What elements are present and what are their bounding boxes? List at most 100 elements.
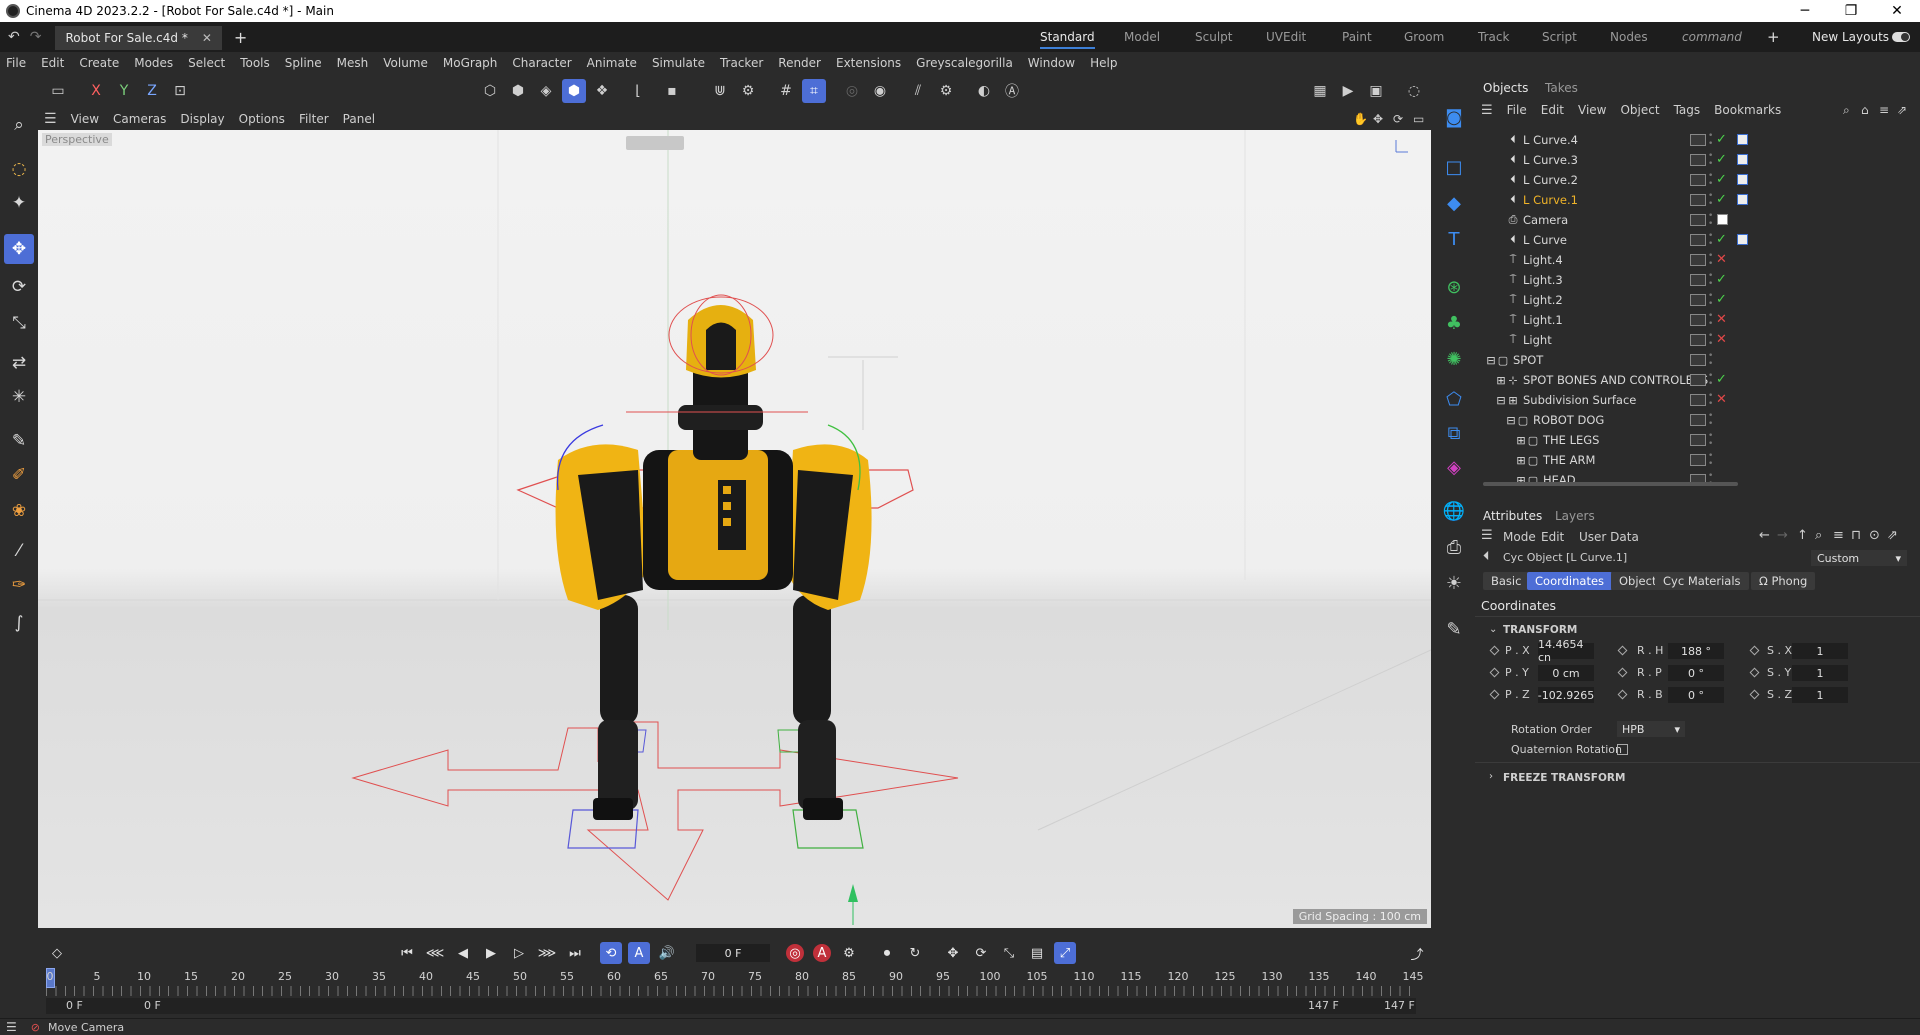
viewport-camera-label[interactable]: Perspective	[42, 133, 112, 146]
menu-volume[interactable]: Volume	[383, 56, 428, 70]
keyframe-diamond-icon[interactable]	[1617, 645, 1628, 656]
object-name[interactable]: ROBOT DOG	[1533, 413, 1604, 427]
visibility-dots[interactable]: ••	[1708, 352, 1713, 369]
placement-tool-icon[interactable]: ✳	[4, 382, 34, 412]
viewport-solo-icon[interactable]: ◐	[972, 79, 996, 103]
keyframe-diamond-icon[interactable]	[1749, 667, 1760, 678]
tab-objects[interactable]: Objects	[1483, 78, 1528, 98]
scale-tool-icon[interactable]: ⤡	[4, 308, 34, 338]
table-row[interactable]: ⍑ Light • • ✕	[1475, 330, 1920, 350]
solo-icon[interactable]: ◉	[868, 79, 892, 103]
tab-takes[interactable]: Takes	[1545, 78, 1578, 98]
preview-range-icon[interactable]: A	[628, 942, 650, 964]
render-settings-icon[interactable]: ▣	[1364, 79, 1388, 103]
motion-clip-icon[interactable]: ⏺	[876, 942, 898, 964]
menu-mograph[interactable]: MoGraph	[443, 56, 498, 70]
layout-model[interactable]: Model	[1124, 22, 1160, 52]
menu-edit[interactable]: Edit	[41, 56, 64, 70]
table-row[interactable]: ⊞ ▢ THE ARM • •	[1475, 450, 1920, 470]
grid-snap-icon[interactable]: ⌗	[802, 79, 826, 103]
visibility-dots[interactable]: ••	[1708, 312, 1713, 329]
next-frame-icon[interactable]: ▷	[508, 942, 530, 964]
object-name[interactable]: Light	[1523, 333, 1552, 347]
viewport-menu-view[interactable]: View	[71, 112, 99, 126]
menu-extensions[interactable]: Extensions	[836, 56, 901, 70]
visibility-dots[interactable]: ••	[1708, 432, 1713, 449]
attributes-menu-edit[interactable]: Edit	[1541, 530, 1564, 544]
hamburger-icon[interactable]: ☰	[44, 111, 57, 127]
edit-icon[interactable]: ✎	[1439, 614, 1469, 644]
layer-swatch[interactable]	[1690, 234, 1706, 246]
material-tag-icon[interactable]	[1737, 174, 1748, 185]
menu-character[interactable]: Character	[512, 56, 571, 70]
layer-swatch[interactable]	[1690, 334, 1706, 346]
enabled-check-icon[interactable]: ✓	[1716, 132, 1727, 147]
table-row[interactable]: ⊞ ▢ THE LEGS • •	[1475, 430, 1920, 450]
layer-swatch[interactable]	[1690, 314, 1706, 326]
expand-toggle-icon[interactable]: ⊟	[1485, 354, 1497, 367]
visibility-dots[interactable]: ••	[1708, 192, 1713, 209]
axis-z-button[interactable]: Z	[140, 79, 164, 103]
object-name[interactable]: Light.3	[1523, 273, 1563, 287]
keyframe-diamond-icon[interactable]	[1749, 689, 1760, 700]
py-field[interactable]: 0 cm	[1538, 665, 1594, 681]
table-row[interactable]: ⊟ ▢ SPOT • •	[1475, 350, 1920, 370]
coordinate-system-icon[interactable]: ⊡	[168, 79, 192, 103]
table-row[interactable]: ⏴ L Curve.4 • • ✓	[1475, 130, 1920, 150]
edges-mode-icon[interactable]: ⬢	[506, 79, 530, 103]
search-icon[interactable]: ⌕	[1843, 103, 1850, 118]
object-name[interactable]: THE LEGS	[1543, 433, 1599, 447]
objects-menu-object[interactable]: Object	[1620, 103, 1659, 117]
search-icon[interactable]: ⌕	[1815, 528, 1822, 543]
keyframe-diamond-icon[interactable]	[1617, 667, 1628, 678]
hamburger-icon[interactable]: ☰	[1481, 103, 1493, 118]
layout-sculpt[interactable]: Sculpt	[1195, 22, 1232, 52]
menu-modes[interactable]: Modes	[134, 56, 173, 70]
maximize-view-icon[interactable]: ▭	[1413, 112, 1424, 126]
expand-toggle-icon[interactable]: ⊟	[1505, 414, 1517, 427]
pan-icon[interactable]: ✋	[1353, 112, 1368, 126]
menu-render[interactable]: Render	[778, 56, 821, 70]
expand-toggle-icon[interactable]: ⊞	[1515, 434, 1527, 447]
spline-pen-icon[interactable]: ✎	[4, 426, 34, 456]
snap-icon[interactable]: ⋓	[708, 79, 732, 103]
axis-y-button[interactable]: Y	[112, 79, 136, 103]
visibility-dots[interactable]: ••	[1708, 292, 1713, 309]
object-name[interactable]: Subdivision Surface	[1523, 393, 1636, 407]
transform-tool-icon[interactable]: ⇄	[4, 348, 34, 378]
expand-toggle-icon[interactable]: ⊟	[1495, 394, 1507, 407]
object-name[interactable]: L Curve.3	[1523, 153, 1578, 167]
menu-tools[interactable]: Tools	[240, 56, 270, 70]
layout-toggle[interactable]	[1892, 22, 1910, 52]
object-name[interactable]: SPOT BONES AND CONTROLERS	[1523, 373, 1708, 387]
object-name[interactable]: L Curve.2	[1523, 173, 1578, 187]
layer-swatch[interactable]	[1690, 294, 1706, 306]
sx-field[interactable]: 1	[1792, 643, 1848, 659]
3d-viewport[interactable]: Perspective Grid Spacing : 100 cm	[38, 130, 1431, 928]
enabled-check-icon[interactable]: ✓	[1716, 292, 1727, 307]
up-arrow-icon[interactable]: ↑	[1797, 528, 1808, 543]
attributes-menu-user-data[interactable]: User Data	[1579, 530, 1639, 544]
layer-swatch[interactable]	[1690, 454, 1706, 466]
layer-swatch[interactable]	[1690, 174, 1706, 186]
layer-swatch[interactable]	[1690, 154, 1706, 166]
home-icon[interactable]: ⌂	[1861, 103, 1869, 117]
keyframe-diamond-icon[interactable]	[1617, 689, 1628, 700]
menu-simulate[interactable]: Simulate	[652, 56, 705, 70]
points-mode-icon[interactable]: ⬡	[478, 79, 502, 103]
text-object-icon[interactable]: T	[1439, 224, 1469, 254]
visibility-dots[interactable]: ••	[1708, 152, 1713, 169]
viewport-menu-cameras[interactable]: Cameras	[113, 112, 166, 126]
minimize-icon[interactable]: ─	[1782, 0, 1828, 22]
layout-groom[interactable]: Groom	[1404, 22, 1444, 52]
range-end-field[interactable]: 147 F	[1384, 999, 1415, 1012]
chevron-down-icon[interactable]: ⌄	[1489, 624, 1497, 635]
objects-horizontal-scrollbar[interactable]	[1483, 482, 1738, 486]
sy-field[interactable]: 1	[1792, 665, 1848, 681]
visibility-dots[interactable]: ••	[1708, 272, 1713, 289]
record-icon[interactable]: ◎	[786, 944, 804, 962]
visibility-dots[interactable]: ••	[1708, 172, 1713, 189]
range-end-preview-field[interactable]: 147 F	[1308, 999, 1339, 1012]
attributes-menu-mode[interactable]: Mode	[1503, 530, 1536, 544]
menu-greyscalegorilla[interactable]: Greyscalegorilla	[916, 56, 1013, 70]
